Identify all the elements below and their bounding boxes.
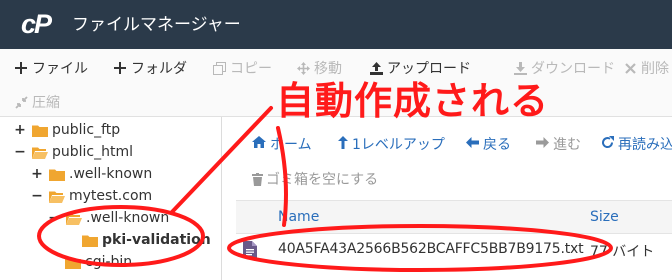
cpanel-logo[interactable]: cP [21, 9, 52, 39]
tree-item-label: public_ftp [52, 122, 121, 138]
tree-item-label: .well-known [86, 210, 170, 226]
logo-text: cP [21, 9, 52, 39]
tree-item-public-html[interactable]: − public_html [14, 141, 133, 163]
up-one-level-label: 1レベルアップ [352, 137, 445, 153]
refresh-icon [601, 135, 614, 153]
folder-icon [82, 235, 98, 247]
copy-label: コピー [230, 61, 272, 77]
folder-icon [49, 169, 65, 181]
collapse-toggle[interactable]: − [14, 144, 26, 160]
new-file-button[interactable]: ファイル [14, 57, 88, 79]
expand-toggle[interactable]: + [14, 122, 26, 138]
close-icon [623, 61, 637, 75]
new-folder-button[interactable]: フォルダ [113, 57, 187, 79]
tree-item-label: .well-known [69, 166, 153, 182]
collapse-toggle[interactable]: − [48, 210, 60, 226]
new-folder-label: フォルダ [131, 61, 187, 77]
tree-item-well-known-sub[interactable]: − .well-known [48, 207, 169, 229]
home-label: ホーム [270, 137, 312, 153]
arrow-right-icon [536, 136, 549, 152]
forward-button[interactable]: 進む [536, 133, 581, 155]
file-name: 40A5FA43A2566B562BCAFFC5BB7B9175.txt [278, 241, 584, 257]
arrow-left-icon [466, 136, 479, 152]
folder-open-icon [32, 147, 48, 159]
file-list-pane: ホーム 1レベルアップ 戻る 進む 再読み込み ゴミ箱を空にする Name Si… [236, 117, 672, 280]
reload-label: 再読み込み [618, 137, 672, 153]
folder-icon [32, 125, 48, 137]
app-title: ファイルマネージャー [72, 15, 241, 35]
text-file-icon [243, 241, 257, 258]
collapse-toggle[interactable]: − [31, 188, 43, 204]
up-one-level-button[interactable]: 1レベルアップ [338, 133, 445, 155]
move-button[interactable]: 移動 [296, 57, 342, 79]
download-button[interactable]: ダウンロード [513, 57, 615, 79]
back-button[interactable]: 戻る [466, 133, 511, 155]
new-file-label: ファイル [32, 61, 88, 77]
upload-button[interactable]: アップロード [369, 57, 471, 79]
download-icon [513, 61, 527, 75]
compress-icon [14, 95, 28, 109]
tree-item-label: cgi-bin [85, 254, 133, 270]
home-button[interactable]: ホーム [252, 133, 312, 155]
plus-icon [113, 61, 127, 75]
file-size: 77 バイト [590, 244, 655, 260]
copy-icon [212, 61, 226, 75]
delete-label: 削除 [641, 61, 669, 77]
tree-item-cgi-bin[interactable]: cgi-bin [65, 251, 132, 273]
tree-item-label: public_html [52, 144, 134, 160]
download-label: ダウンロード [531, 61, 615, 77]
empty-trash-button[interactable]: ゴミ箱を空にする [252, 168, 378, 190]
upload-label: アップロード [387, 61, 471, 77]
tree-item-label: pki-validation [102, 232, 211, 248]
folder-open-icon [49, 191, 65, 203]
table-row[interactable]: 40A5FA43A2566B562BCAFFC5BB7B9175.txt 77 … [236, 235, 672, 265]
move-label: 移動 [314, 61, 342, 77]
tree-item-well-known[interactable]: + .well-known [31, 163, 152, 185]
file-table-header: Name Size [236, 200, 672, 234]
column-header-size[interactable]: Size [590, 209, 619, 225]
home-icon [252, 136, 266, 152]
expand-toggle[interactable]: + [31, 166, 43, 182]
tree-item-mytest-com[interactable]: − mytest.com [31, 185, 152, 207]
tree-item-pki-validation[interactable]: pki-validation [82, 229, 211, 251]
directory-tree: + public_ftp − public_html + .well-known… [0, 117, 222, 280]
app-header: cP ファイルマネージャー [0, 0, 672, 49]
plus-icon [14, 61, 28, 75]
folder-open-icon [66, 213, 82, 225]
tree-item-public-ftp[interactable]: + public_ftp [14, 119, 120, 141]
back-label: 戻る [483, 137, 511, 153]
upload-icon [369, 61, 383, 75]
copy-button[interactable]: コピー [212, 57, 272, 79]
forward-label: 進む [553, 137, 581, 153]
trash-icon [252, 172, 263, 186]
move-icon [296, 61, 310, 75]
compress-label: 圧縮 [32, 95, 60, 111]
annotation-label: 自動作成される [276, 79, 550, 123]
empty-trash-label: ゴミ箱を空にする [266, 172, 379, 188]
tree-item-label: mytest.com [69, 188, 153, 204]
column-header-name[interactable]: Name [278, 209, 319, 225]
arrow-up-icon [338, 135, 348, 153]
reload-button[interactable]: 再読み込み [601, 133, 672, 155]
delete-button[interactable]: 削除 [623, 57, 669, 79]
folder-icon [65, 257, 81, 269]
compress-button[interactable]: 圧縮 [14, 91, 60, 113]
